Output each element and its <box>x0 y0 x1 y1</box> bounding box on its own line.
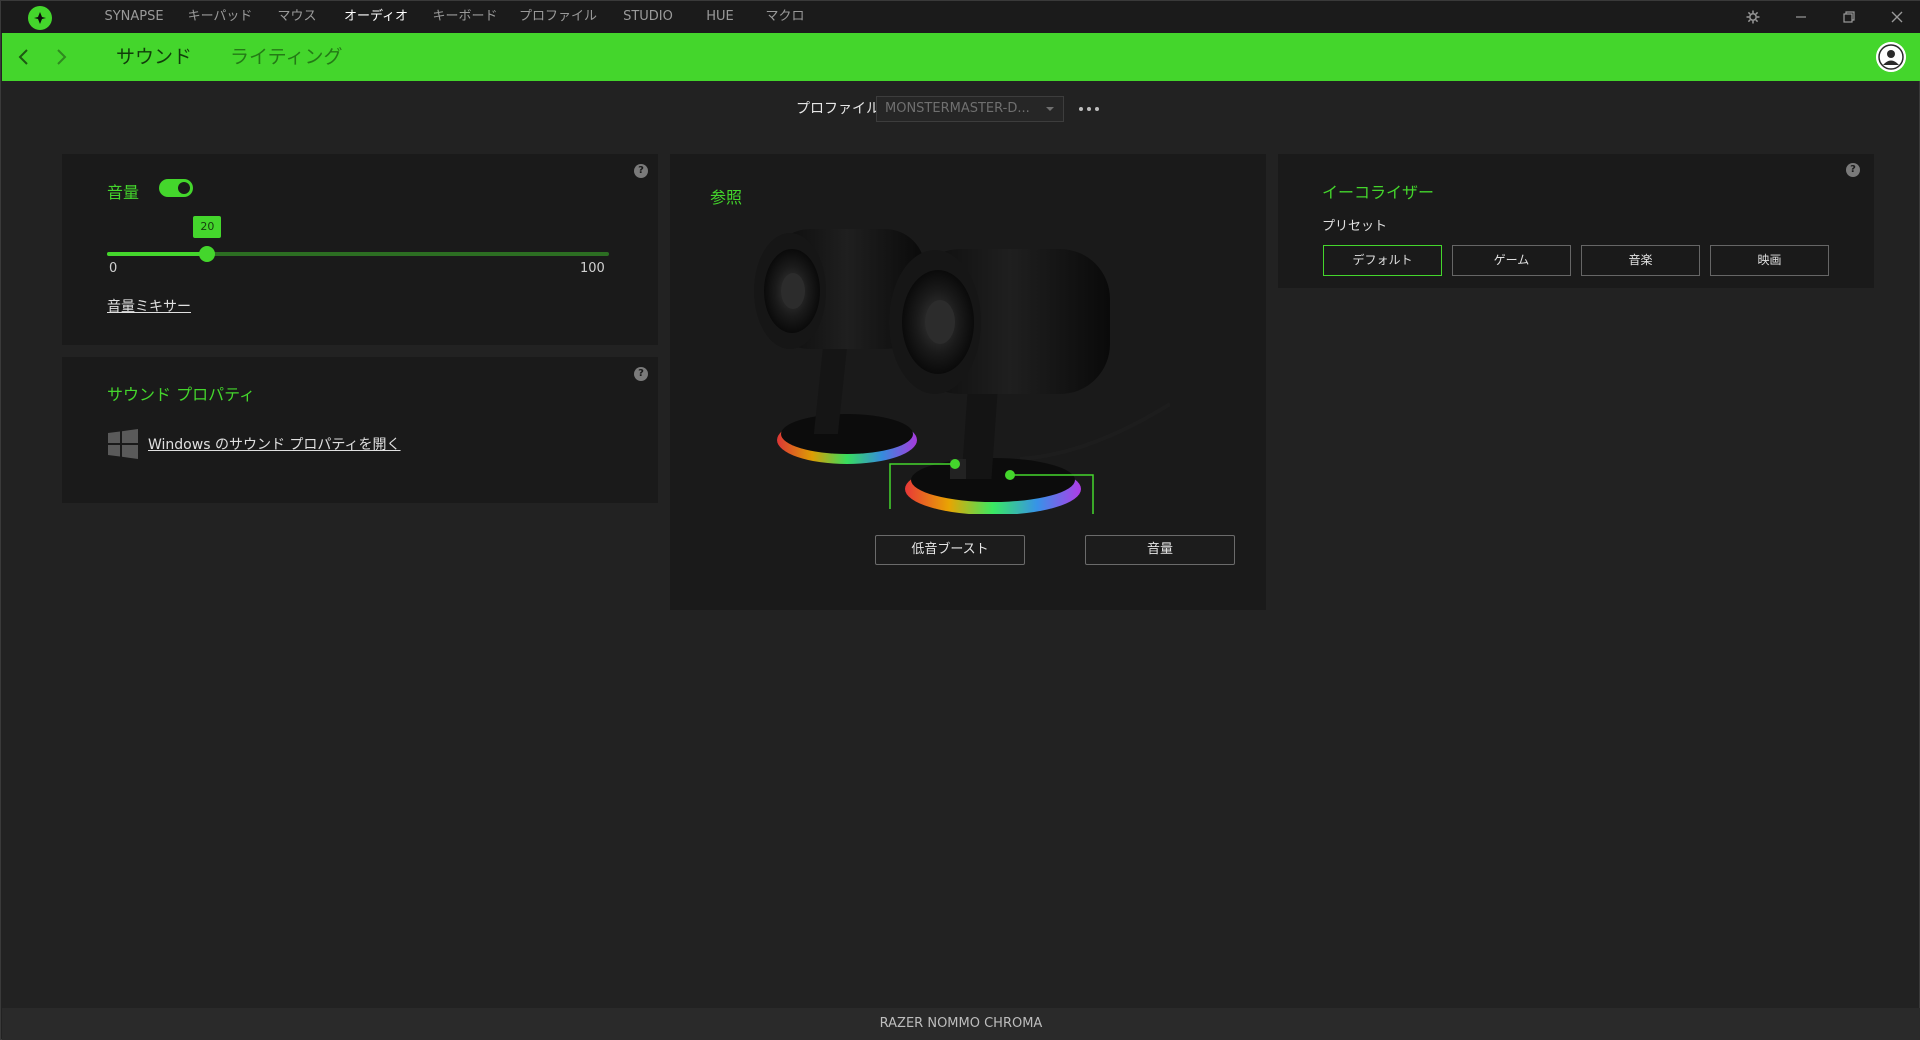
windows-logo-icon <box>108 429 138 459</box>
user-avatar-icon[interactable] <box>1876 42 1906 72</box>
sound-properties-panel: ? サウンド プロパティ Windows のサウンド プロパティを開く <box>62 357 658 503</box>
preset-default-button[interactable]: デフォルト <box>1323 245 1442 276</box>
nav-keyboard[interactable]: キーボード <box>421 1 509 33</box>
nav-keypad[interactable]: キーパッド <box>177 1 263 33</box>
profile-dropdown[interactable]: MONSTERMASTER-D... <box>876 96 1064 122</box>
window-controls <box>1729 1 1920 33</box>
reference-panel: 参照 低音ブースト 音量 <box>670 154 1266 610</box>
nommo-speakers-image <box>754 229 1170 514</box>
equalizer-panel: ? イーコライザー プリセット デフォルト ゲーム 音楽 映画 <box>1278 154 1874 288</box>
sound-properties-title: サウンド プロパティ <box>107 385 256 404</box>
more-options-icon[interactable] <box>1079 101 1099 117</box>
tab-sound[interactable]: サウンド <box>116 33 192 81</box>
forward-arrow-icon[interactable] <box>49 45 73 69</box>
tab-lighting[interactable]: ライティング <box>230 33 342 81</box>
volume-slider-thumb[interactable] <box>199 246 216 262</box>
volume-max-label: 100 <box>580 261 605 276</box>
volume-value-bubble: 20 <box>193 216 222 238</box>
volume-slider-fill <box>107 252 208 256</box>
razer-logo-icon[interactable] <box>28 6 52 30</box>
open-windows-sound-properties-link[interactable]: Windows のサウンド プロパティを開く <box>148 434 401 454</box>
nav-macro[interactable]: マクロ <box>751 1 819 33</box>
volume-mixer-link[interactable]: 音量ミキサー <box>107 296 191 316</box>
settings-gear-icon[interactable] <box>1729 1 1777 33</box>
preset-music-button[interactable]: 音楽 <box>1581 245 1700 276</box>
help-icon[interactable]: ? <box>634 367 648 381</box>
profile-selected-value: MONSTERMASTER-D... <box>885 101 1030 116</box>
chevron-down-icon <box>1046 107 1054 111</box>
nav-profile[interactable]: プロファイル <box>509 1 607 33</box>
close-icon[interactable] <box>1873 1 1920 33</box>
preset-movie-button[interactable]: 映画 <box>1710 245 1829 276</box>
equalizer-title: イーコライザー <box>1322 183 1435 202</box>
help-icon[interactable]: ? <box>634 164 648 178</box>
nav-mouse[interactable]: マウス <box>263 1 331 33</box>
volume-callout-button[interactable]: 音量 <box>1085 535 1235 565</box>
preset-label: プリセット <box>1322 219 1388 234</box>
main-nav: SYNAPSE キーパッド マウス オーディオ キーボード プロファイル STU… <box>91 1 819 33</box>
app-window: SYNAPSE キーパッド マウス オーディオ キーボード プロファイル STU… <box>0 0 1920 1040</box>
volume-slider[interactable]: 20 <box>107 216 609 262</box>
back-arrow-icon[interactable] <box>12 45 36 69</box>
bass-boost-callout-button[interactable]: 低音ブースト <box>875 535 1025 565</box>
device-name-footer: RAZER NOMMO CHROMA <box>2 1008 1920 1040</box>
nav-hue[interactable]: HUE <box>689 1 751 33</box>
volume-title: 音量 <box>107 183 140 202</box>
sub-navigation-bar: サウンド ライティング <box>2 33 1920 81</box>
restore-icon[interactable] <box>1825 1 1873 33</box>
nav-audio[interactable]: オーディオ <box>331 1 421 33</box>
minimize-icon[interactable] <box>1777 1 1825 33</box>
title-bar: SYNAPSE キーパッド マウス オーディオ キーボード プロファイル STU… <box>1 1 1920 33</box>
reference-title: 参照 <box>710 188 743 207</box>
help-icon[interactable]: ? <box>1846 163 1860 177</box>
preset-game-button[interactable]: ゲーム <box>1452 245 1571 276</box>
profile-label: プロファイル <box>796 101 880 117</box>
nav-synapse[interactable]: SYNAPSE <box>91 1 177 33</box>
volume-min-label: 0 <box>109 261 118 276</box>
nav-studio[interactable]: STUDIO <box>607 1 689 33</box>
volume-panel: ? 音量 20 0 100 音量ミキサー <box>62 154 658 345</box>
volume-toggle[interactable] <box>159 179 193 197</box>
